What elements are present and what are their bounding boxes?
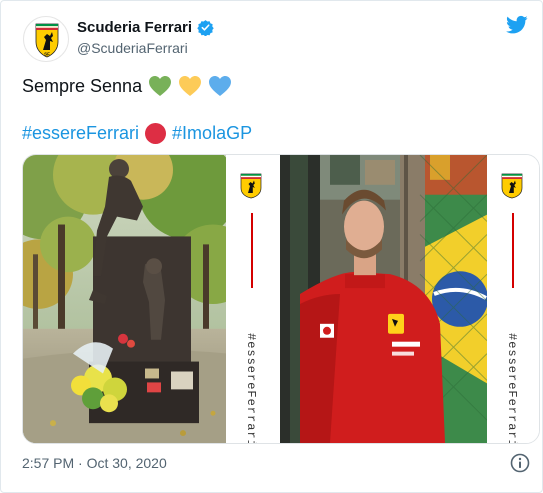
- hashtag-imolagp-link[interactable]: #ImolaGP: [172, 121, 252, 145]
- media-gallery[interactable]: #essereFerrari #essereFerrari: [22, 154, 540, 444]
- tweet-card[interactable]: SF Scuderia Ferrari @ScuderiaFerrari Sem…: [0, 0, 543, 493]
- media-image-driver[interactable]: #essereFerrari: [280, 155, 539, 443]
- strip-red-line: [512, 213, 514, 288]
- handle[interactable]: @ScuderiaFerrari: [77, 40, 188, 56]
- tweet-text-content: Sempre Senna: [22, 76, 143, 96]
- red-circle-icon: [145, 122, 167, 144]
- statue-photo: [23, 155, 228, 443]
- tweet-timestamp[interactable]: 2:57 PM · Oct 30, 2020: [22, 455, 167, 471]
- info-icon[interactable]: [510, 453, 530, 473]
- ferrari-shield-icon: [240, 173, 262, 199]
- essereferrari-strip-right: #essereFerrari: [487, 155, 539, 443]
- driver-photo: [280, 155, 487, 443]
- strip-red-line: [251, 213, 253, 288]
- yellow-heart-icon: [178, 75, 202, 97]
- verified-badge-icon: [197, 19, 214, 37]
- media-image-statue[interactable]: #essereFerrari: [23, 155, 280, 443]
- twitter-bird-icon[interactable]: [506, 15, 528, 35]
- strip-hashtag-text: #essereFerrari: [244, 333, 258, 443]
- ferrari-shield-icon: [501, 173, 523, 199]
- essereferrari-strip-left: #essereFerrari: [226, 155, 278, 443]
- hashtag-essereferrari-link[interactable]: #essereFerrari: [22, 121, 139, 145]
- display-name[interactable]: Scuderia Ferrari: [77, 19, 192, 36]
- strip-hashtag-text: #essereFerrari: [505, 333, 519, 443]
- green-heart-icon: [148, 75, 172, 97]
- blue-heart-icon: [208, 75, 232, 97]
- name-row: Scuderia Ferrari: [77, 19, 214, 37]
- svg-text:SF: SF: [44, 52, 50, 57]
- hashtag-row: #essereFerrari #ImolaGP: [22, 121, 252, 145]
- avatar[interactable]: SF: [23, 16, 69, 62]
- tweet-text: Sempre Senna: [22, 74, 232, 98]
